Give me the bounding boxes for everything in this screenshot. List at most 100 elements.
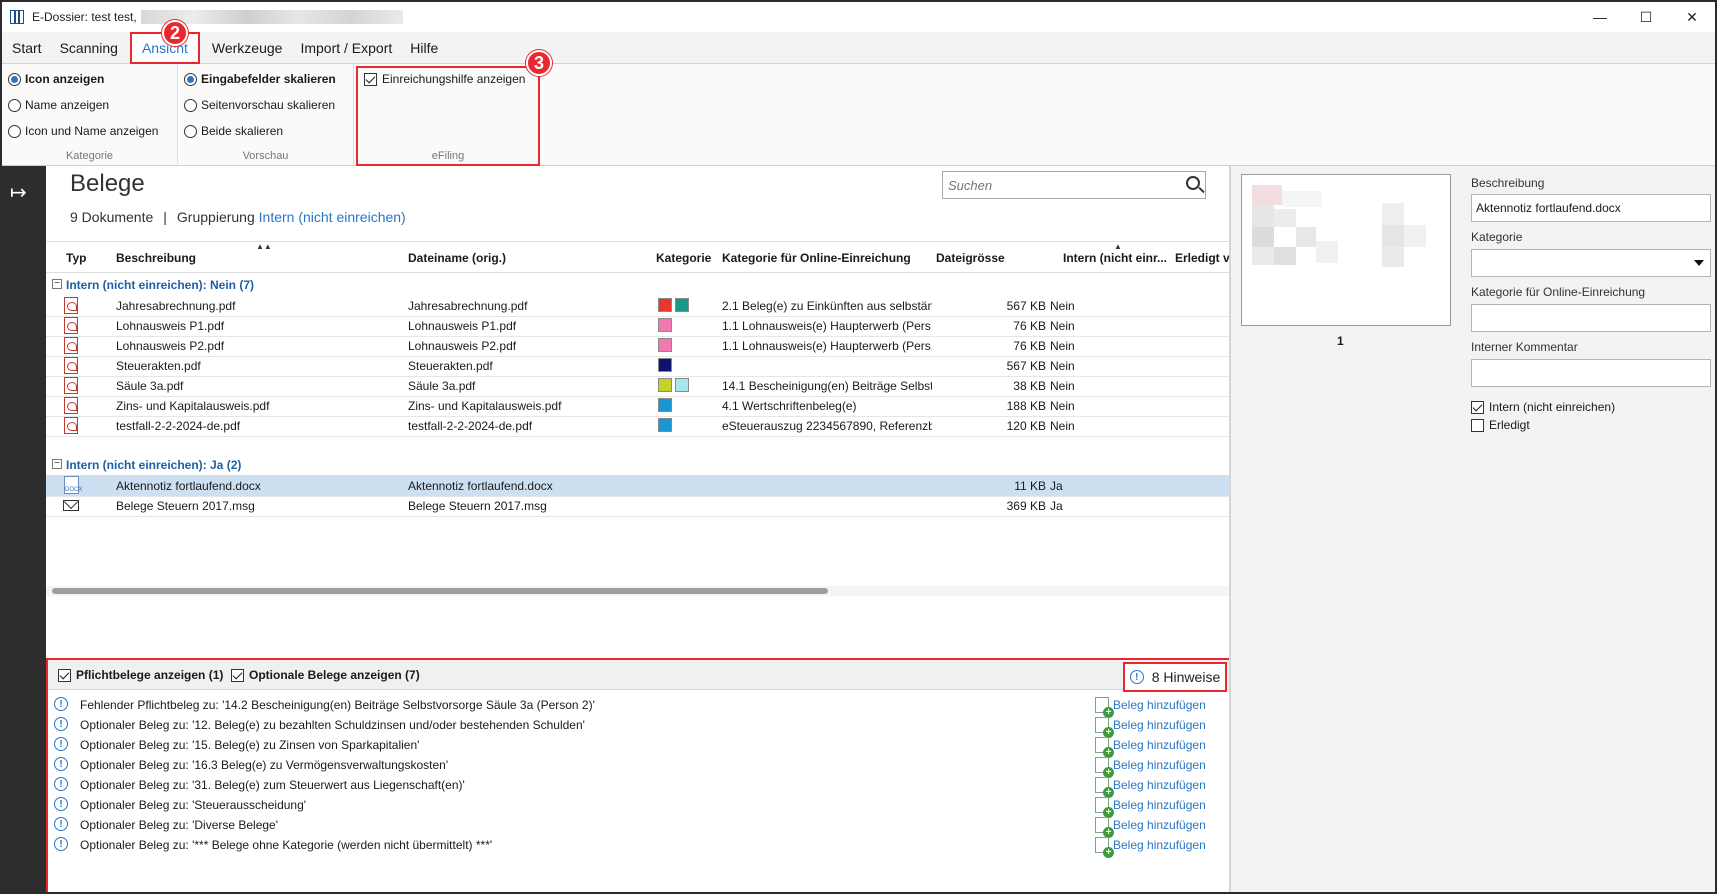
add-beleg-button[interactable]: Beleg hinzufügen	[1095, 797, 1206, 818]
add-beleg-button[interactable]: Beleg hinzufügen	[1095, 817, 1206, 838]
search-box	[942, 171, 1206, 199]
add-beleg-button[interactable]: Beleg hinzufügen	[1095, 777, 1206, 798]
hint-text: Optionaler Beleg zu: 'Steuerausscheidung…	[80, 798, 307, 812]
radio-icon-und-name[interactable]: Icon und Name anzeigen	[8, 124, 158, 138]
table-row[interactable]: Lohnausweis P2.pdf Lohnausweis P2.pdf 1.1 …	[46, 335, 1229, 357]
cell-intern: Nein	[1050, 339, 1075, 353]
group-header[interactable]: − Intern (nicht einreichen): Ja (2)	[46, 455, 1229, 475]
radio-name-anzeigen[interactable]: Name anzeigen	[8, 98, 109, 112]
label-kategorie: Kategorie	[1471, 230, 1523, 244]
table-row[interactable]: DOCX Aktennotiz fortlaufend.docx Aktennoti…	[46, 475, 1229, 497]
minimize-icon[interactable]: —	[1577, 2, 1623, 32]
checkbox-unchecked-icon	[1471, 418, 1484, 432]
col-erledigt[interactable]: Erledigt vo	[1175, 251, 1229, 265]
table-row[interactable]: Lohnausweis P1.pdf Lohnausweis P1.pdf 1.1 …	[46, 315, 1229, 337]
col-dateiname[interactable]: Dateiname (orig.)	[408, 251, 506, 265]
maximize-icon[interactable]: ☐	[1623, 2, 1669, 32]
add-beleg-button[interactable]: Beleg hinzufügen	[1095, 697, 1206, 718]
documents-meta: 9 Dokumente | Gruppierung Intern (nicht ei…	[70, 209, 406, 225]
col-online-kategorie[interactable]: Kategorie für Online-Einreichung	[722, 251, 911, 265]
checkbox-erledigt[interactable]: Erledigt	[1471, 418, 1530, 432]
left-sidebar: ↦	[2, 166, 46, 892]
group-header[interactable]: − Intern (nicht einreichen): Nein (7)	[46, 275, 1229, 295]
beschreibung-field[interactable]: Aktennotiz fortlaufend.docx	[1471, 194, 1711, 222]
collapse-icon[interactable]: −	[52, 279, 62, 289]
col-beschreibung[interactable]: Beschreibung	[116, 251, 196, 265]
online-kategorie-field[interactable]	[1471, 304, 1711, 332]
cell-dateiname: Säule 3a.pdf	[408, 379, 476, 393]
add-beleg-button[interactable]: Beleg hinzufügen	[1095, 757, 1206, 778]
col-typ[interactable]: Typ	[66, 251, 86, 265]
table-row[interactable]: Jahresabrechnung.pdf Jahresabrechnung.pdf…	[46, 295, 1229, 317]
cell-beschreibung: testfall-2-2-2024-de.pdf	[116, 419, 241, 433]
ribbon-group-kategorie: Icon anzeigen Name anzeigen Icon und Nam…	[2, 64, 178, 164]
search-input[interactable]	[943, 172, 1173, 198]
add-document-icon	[1095, 757, 1114, 778]
grouping-link[interactable]: Intern (nicht einreichen)	[259, 209, 406, 225]
hints-count-button[interactable]: ! 8 Hinweise	[1123, 662, 1227, 692]
group-label: Intern (nicht einreichen): Nein (7)	[66, 278, 255, 292]
add-beleg-button[interactable]: Beleg hinzufügen	[1095, 737, 1206, 758]
horizontal-scrollbar[interactable]	[46, 586, 1229, 596]
pdf-file-icon	[64, 377, 78, 394]
table-row[interactable]: testfall-2-2-2024-de.pdf testfall-2-2-202…	[46, 415, 1229, 437]
table-row[interactable]: Säule 3a.pdf Säule 3a.pdf 14.1 Bescheinigu…	[46, 375, 1229, 397]
table-row[interactable]: Zins- und Kapitalausweis.pdf Zins- und Ka…	[46, 395, 1229, 417]
radio-beide-skalieren[interactable]: Beide skalieren	[184, 124, 283, 138]
mail-file-icon	[63, 500, 79, 511]
cell-dateigroesse: 120 KB	[1006, 419, 1046, 433]
add-document-icon	[1095, 797, 1114, 818]
radio-selected-icon	[184, 72, 197, 86]
cell-beschreibung: Lohnausweis P2.pdf	[116, 339, 225, 353]
cell-dateigroesse: 76 KB	[1013, 339, 1046, 353]
add-document-icon	[1095, 697, 1114, 718]
scrollbar-thumb[interactable]	[52, 588, 828, 594]
category-color-swatch	[658, 398, 672, 412]
radio-icon	[8, 124, 21, 138]
checkbox-optionale-belege[interactable]: Optionale Belege anzeigen (7)	[231, 668, 420, 682]
radio-icon-anzeigen[interactable]: Icon anzeigen	[8, 72, 104, 86]
col-kategorie[interactable]: Kategorie	[656, 251, 711, 265]
table-row[interactable]: Belege Steuern 2017.msg Belege Steuern 20…	[46, 495, 1229, 517]
menu-start[interactable]: Start	[6, 35, 48, 61]
checkbox-pflichtbelege[interactable]: Pflichtbelege anzeigen (1)	[58, 668, 223, 682]
checkbox-intern[interactable]: Intern (nicht einreichen)	[1471, 400, 1615, 414]
cell-intern: Nein	[1050, 299, 1075, 313]
cell-intern: Ja	[1050, 479, 1063, 493]
table-row[interactable]: Steuerakten.pdf Steuerakten.pdf 567 KB Nein	[46, 355, 1229, 377]
window-title: E-Dossier: test test,	[32, 10, 137, 24]
menu-scanning[interactable]: Scanning	[54, 35, 124, 61]
cell-dateigroesse: 188 KB	[1006, 399, 1046, 413]
hint-row: ! Optionaler Beleg zu: '15. Beleg(e) zu Z…	[48, 734, 1229, 758]
radio-eingabefelder-skalieren[interactable]: Eingabefelder skalieren	[184, 72, 336, 86]
cell-online-kategorie: 2.1 Beleg(e) zu Einkünften aus selbstän.…	[722, 299, 932, 313]
pdf-file-icon	[64, 357, 78, 374]
menu-werkzeuge[interactable]: Werkzeuge	[206, 35, 289, 61]
collapse-icon[interactable]: −	[52, 459, 62, 469]
col-dateigroesse[interactable]: Dateigrösse	[936, 251, 1005, 265]
document-preview[interactable]	[1241, 174, 1451, 326]
category-color-swatch	[658, 378, 672, 392]
expand-panel-icon[interactable]: ↦	[10, 180, 38, 204]
search-icon[interactable]	[1186, 176, 1200, 190]
hint-row: ! Optionaler Beleg zu: '*** Belege ohne K…	[48, 834, 1229, 858]
category-color-swatch	[658, 338, 672, 352]
radio-icon	[184, 124, 197, 138]
hint-text: Optionaler Beleg zu: 'Diverse Belege'	[80, 818, 279, 832]
radio-selected-icon	[8, 72, 21, 86]
col-intern[interactable]: Intern (nicht einr...	[1063, 251, 1167, 265]
menu-import-export[interactable]: Import / Export	[294, 35, 398, 61]
add-beleg-button[interactable]: Beleg hinzufügen	[1095, 837, 1206, 858]
menu-hilfe[interactable]: Hilfe	[404, 35, 444, 61]
radio-seitenvorschau-skalieren[interactable]: Seitenvorschau skalieren	[184, 98, 335, 112]
kategorie-select[interactable]	[1471, 249, 1711, 277]
info-icon: !	[54, 697, 68, 711]
info-icon: !	[1129, 670, 1144, 684]
cell-dateigroesse: 567 KB	[1006, 359, 1046, 373]
close-icon[interactable]: ✕	[1669, 2, 1715, 32]
add-beleg-button[interactable]: Beleg hinzufügen	[1095, 717, 1206, 738]
meta-separator: |	[163, 209, 167, 225]
category-color-swatch	[658, 358, 672, 372]
cell-beschreibung: Belege Steuern 2017.msg	[116, 499, 255, 513]
kommentar-field[interactable]	[1471, 359, 1711, 387]
